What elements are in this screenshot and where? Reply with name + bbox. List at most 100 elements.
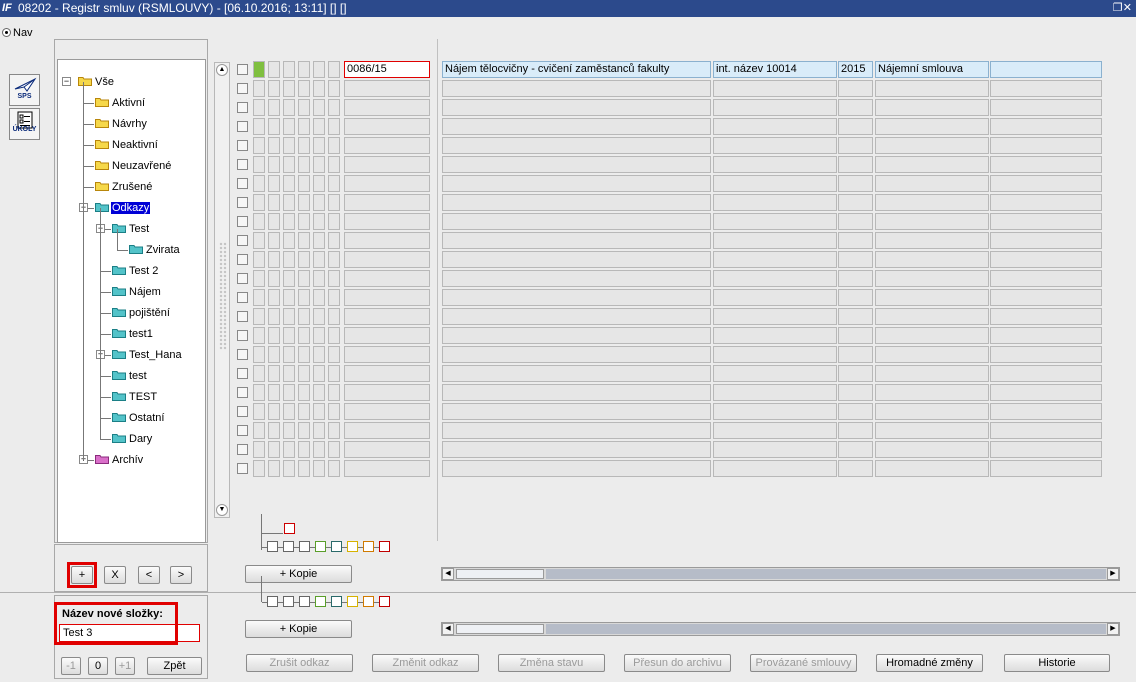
tree-node[interactable]: Test_Hana	[112, 347, 183, 363]
cell-rok[interactable]	[838, 403, 873, 420]
cell-strana[interactable]	[713, 194, 837, 211]
cell-strana[interactable]	[713, 308, 837, 325]
cell-nase-cislo[interactable]	[344, 308, 430, 325]
cell-pred-typ[interactable]	[875, 327, 989, 344]
cell-strana[interactable]	[713, 422, 837, 439]
tree-node[interactable]: Neaktivní	[95, 137, 159, 153]
cell-pred-typ[interactable]	[875, 384, 989, 401]
tree-node[interactable]: TEST	[112, 389, 158, 405]
cell-nase-cislo[interactable]	[344, 422, 430, 439]
cell-predmet[interactable]	[442, 365, 711, 382]
tree-node[interactable]: Zvirata	[129, 242, 181, 258]
linked-contracts-button[interactable]: Provázané smlouvy	[750, 654, 857, 672]
cell-predmet[interactable]	[442, 156, 711, 173]
cell-prav-typ[interactable]	[990, 61, 1102, 78]
cell-nase-cislo[interactable]	[344, 175, 430, 192]
scroll-thumb[interactable]	[456, 624, 544, 634]
scroll-down-icon[interactable]: ▼	[216, 504, 228, 516]
scroll-right-icon[interactable]: ▶	[1107, 623, 1119, 635]
zero-button[interactable]: 0	[88, 657, 108, 675]
cell-rok[interactable]	[838, 384, 873, 401]
plus-one-button[interactable]: +1	[115, 657, 135, 675]
row-checkbox[interactable]	[237, 140, 248, 151]
cell-prav-typ[interactable]	[990, 270, 1102, 287]
row-checkbox[interactable]	[237, 235, 248, 246]
scroll-up-icon[interactable]: ▲	[216, 64, 228, 76]
cell-prav-typ[interactable]	[990, 289, 1102, 306]
cell-nase-cislo[interactable]	[344, 289, 430, 306]
cell-nase-cislo[interactable]	[344, 232, 430, 249]
cell-strana[interactable]	[713, 460, 837, 477]
cell-predmet[interactable]	[442, 422, 711, 439]
next-button[interactable]: >	[170, 566, 192, 584]
tree-node[interactable]: Neuzavřené	[95, 158, 172, 174]
cell-pred-typ[interactable]	[875, 365, 989, 382]
cell-rok[interactable]	[838, 327, 873, 344]
cell-predmet[interactable]	[442, 441, 711, 458]
cell-pred-typ[interactable]	[875, 251, 989, 268]
collapse-icon[interactable]: −	[62, 77, 71, 86]
tree-node[interactable]: Zrušené	[95, 179, 153, 195]
cell-prav-typ[interactable]	[990, 251, 1102, 268]
row-checkbox[interactable]	[237, 83, 248, 94]
cell-strana[interactable]	[713, 365, 837, 382]
cell-predmet[interactable]	[442, 460, 711, 477]
cell-prav-typ[interactable]	[990, 194, 1102, 211]
cell-prav-typ[interactable]	[990, 384, 1102, 401]
cell-prav-typ[interactable]	[990, 175, 1102, 192]
move-to-archive-button[interactable]: Přesun do archivu	[624, 654, 731, 672]
cell-rok[interactable]	[838, 194, 873, 211]
cell-rok[interactable]	[838, 137, 873, 154]
cell-nase-cislo[interactable]	[344, 460, 430, 477]
cell-rok[interactable]	[838, 346, 873, 363]
cell-prav-typ[interactable]	[990, 118, 1102, 135]
folder-tree[interactable]: Vše − Aktivní Návrhy Neaktivní Neuzavřené Zruš…	[57, 59, 206, 543]
cell-strana[interactable]	[713, 175, 837, 192]
row-checkbox[interactable]	[237, 254, 248, 265]
history-button[interactable]: Historie	[1004, 654, 1110, 672]
cell-strana[interactable]	[713, 346, 837, 363]
ukoly-button[interactable]: ÚKOLY	[9, 108, 40, 140]
cell-prav-typ[interactable]	[990, 403, 1102, 420]
cell-rok[interactable]	[838, 422, 873, 439]
row-checkbox[interactable]	[237, 387, 248, 398]
cell-nase-cislo[interactable]	[344, 270, 430, 287]
cell-strana[interactable]	[713, 99, 837, 116]
cell-nase-cislo[interactable]	[344, 80, 430, 97]
cell-rok[interactable]	[838, 118, 873, 135]
minus-one-button[interactable]: -1	[61, 657, 81, 675]
row-checkbox[interactable]	[237, 463, 248, 474]
cell-rok[interactable]	[838, 175, 873, 192]
cell-pred-typ[interactable]	[875, 441, 989, 458]
cell-prav-typ[interactable]	[990, 99, 1102, 116]
cell-strana[interactable]	[713, 270, 837, 287]
cell-strana[interactable]	[713, 118, 837, 135]
cell-predmet[interactable]	[442, 403, 711, 420]
tree-node[interactable]: Ostatní	[112, 410, 165, 426]
cell-strana[interactable]	[713, 137, 837, 154]
cell-prav-typ[interactable]	[990, 232, 1102, 249]
cell-rok[interactable]	[838, 251, 873, 268]
cell-prav-typ[interactable]	[990, 422, 1102, 439]
cell-strana[interactable]	[713, 251, 837, 268]
row-checkbox[interactable]	[237, 216, 248, 227]
cell-nase-cislo[interactable]	[344, 403, 430, 420]
cell-nase-cislo[interactable]	[344, 346, 430, 363]
cell-pred-typ[interactable]	[875, 213, 989, 230]
splitter-grip[interactable]	[219, 242, 227, 350]
cell-nase-cislo[interactable]	[344, 365, 430, 382]
horizontal-scrollbar-1[interactable]: ◀ ▶	[441, 567, 1120, 581]
row-checkbox[interactable]	[237, 368, 248, 379]
cell-nase-cislo[interactable]	[344, 251, 430, 268]
cell-prav-typ[interactable]	[990, 441, 1102, 458]
cell-nase-cislo[interactable]	[344, 156, 430, 173]
copy-button-2[interactable]: + Kopie	[245, 620, 352, 638]
cell-nase-cislo[interactable]: 0086/15	[344, 61, 430, 78]
cell-strana[interactable]	[713, 384, 837, 401]
cancel-link-button[interactable]: Zrušit odkaz	[246, 654, 353, 672]
cell-pred-typ[interactable]	[875, 99, 989, 116]
cell-rok[interactable]	[838, 213, 873, 230]
cell-pred-typ[interactable]	[875, 422, 989, 439]
cell-prav-typ[interactable]	[990, 213, 1102, 230]
scroll-left-icon[interactable]: ◀	[442, 623, 454, 635]
